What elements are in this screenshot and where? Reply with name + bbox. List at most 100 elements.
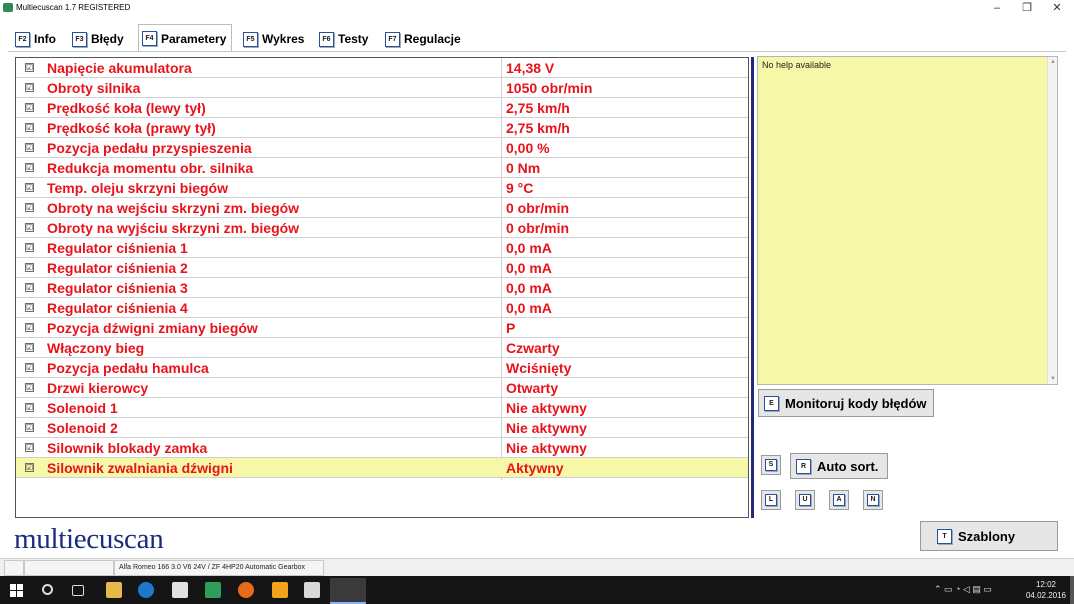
row-checkbox[interactable]: ☑: [25, 103, 34, 112]
help-scrollbar[interactable]: ▲ ▼: [1047, 57, 1057, 384]
app-icon-orange[interactable]: [272, 582, 288, 598]
row-checkbox[interactable]: ☑: [25, 243, 34, 252]
store-icon[interactable]: [172, 582, 188, 598]
tab-wykres[interactable]: F5 Wykres: [240, 28, 309, 50]
parameter-name: Obroty na wejściu skrzyni zm. biegów: [47, 200, 300, 216]
table-row[interactable]: ☑ Drzwi kierowcy Otwarty: [16, 378, 748, 398]
row-checkbox[interactable]: ☑: [25, 83, 34, 92]
maximize-button[interactable]: ❐: [1012, 0, 1042, 16]
table-row[interactable]: ☑ Regulator ciśnienia 2 0,0 mA: [16, 258, 748, 278]
parameter-value: 0,00 %: [506, 140, 550, 156]
parameter-value: Czwarty: [506, 340, 560, 356]
panel-splitter[interactable]: [751, 57, 754, 518]
parameter-name: Drzwi kierowcy: [47, 380, 149, 396]
table-row[interactable]: ☑ Prędkość koła (lewy tył) 2,75 km/h: [16, 98, 748, 118]
taskbar-clock[interactable]: 12:02 04.02.2016: [1026, 579, 1066, 601]
scroll-up-icon[interactable]: ▲: [1050, 59, 1056, 65]
parameter-value: 9 °C: [506, 180, 534, 196]
table-row[interactable]: ☑ Prędkość koła (prawy tył) 2,75 km/h: [16, 118, 748, 138]
table-row[interactable]: ☑ Redukcja momentu obr. silnika 0 Nm: [16, 158, 748, 178]
row-checkbox[interactable]: ☑: [25, 143, 34, 152]
minimize-button[interactable]: –: [982, 0, 1012, 16]
row-checkbox[interactable]: ☑: [25, 283, 34, 292]
table-row[interactable]: ☑ Pozycja pedału hamulca Wciśnięty: [16, 358, 748, 378]
table-row[interactable]: ☑ Pozycja pedału przyspieszenia 0,00 %: [16, 138, 748, 158]
tab-label: Parametery: [161, 31, 227, 46]
row-checkbox[interactable]: ☑: [25, 363, 34, 372]
row-checkbox[interactable]: ☑: [25, 323, 34, 332]
tab-parametery[interactable]: F4 Parametery: [138, 24, 233, 52]
table-row[interactable]: ☑ Obroty na wyjściu skrzyni zm. biegów 0 o…: [16, 218, 748, 238]
table-row[interactable]: ☑ Silownik zwalniania dźwigni Aktywny: [16, 458, 748, 478]
tab-info[interactable]: F2 Info: [12, 28, 61, 50]
parameter-value: 14,38 V: [506, 60, 555, 76]
tab-testy[interactable]: F6 Testy: [316, 28, 373, 50]
tab-label: Testy: [338, 32, 369, 46]
edge-icon[interactable]: [138, 582, 154, 598]
row-checkbox[interactable]: ☑: [25, 403, 34, 412]
auto-sort-button[interactable]: R Auto sort.: [790, 453, 888, 479]
row-checkbox[interactable]: ☑: [25, 163, 34, 172]
key-u: U: [799, 494, 811, 506]
table-row[interactable]: ☑ Obroty silnika 1050 obr/min: [16, 78, 748, 98]
key-a: A: [833, 494, 845, 506]
table-row[interactable]: ☑ Pozycja dźwigni zmiany biegów P: [16, 318, 748, 338]
tab-bledy[interactable]: F3 Błędy: [69, 28, 129, 50]
row-checkbox[interactable]: ☑: [25, 263, 34, 272]
file-explorer-icon[interactable]: [106, 582, 122, 598]
tab-divider: [8, 51, 1066, 52]
windows-start-icon[interactable]: [10, 584, 23, 597]
task-view-icon[interactable]: [72, 585, 84, 596]
l-button[interactable]: L: [761, 490, 781, 510]
parameter-name: Napięcie akumulatora: [47, 60, 192, 76]
calculator-icon[interactable]: [304, 582, 320, 598]
row-checkbox[interactable]: ☑: [25, 443, 34, 452]
key-f2: F2: [15, 31, 30, 47]
table-row[interactable]: ☑ Obroty na wejściu skrzyni zm. biegów 0 o…: [16, 198, 748, 218]
close-button[interactable]: ✕: [1042, 0, 1072, 16]
row-checkbox[interactable]: ☑: [25, 343, 34, 352]
a-button[interactable]: A: [829, 490, 849, 510]
parameter-name: Silownik blokady zamka: [47, 440, 208, 456]
title-bar: Multiecuscan 1.7 REGISTERED – ❐ ✕: [0, 0, 1074, 16]
row-checkbox[interactable]: ☑: [25, 383, 34, 392]
table-row[interactable]: ☑ Napięcie akumulatora 14,38 V: [16, 58, 748, 78]
table-row[interactable]: ☑ Regulator ciśnienia 1 0,0 mA: [16, 238, 748, 258]
key-f6: F6: [319, 31, 334, 47]
parameter-name: Włączony bieg: [47, 340, 145, 356]
table-row[interactable]: ☑ Silownik blokady zamka Nie aktywny: [16, 438, 748, 458]
row-checkbox[interactable]: ☑: [25, 423, 34, 432]
row-checkbox[interactable]: ☑: [25, 223, 34, 232]
monitor-error-codes-button[interactable]: E Monitoruj kody błędów: [758, 389, 934, 417]
parameter-value: 0,0 mA: [506, 240, 552, 256]
scroll-down-icon[interactable]: ▼: [1050, 376, 1056, 382]
parameter-name: Regulator ciśnienia 4: [47, 300, 188, 316]
key-l: L: [765, 494, 777, 506]
app-icon-green[interactable]: [205, 582, 221, 598]
s-button[interactable]: S: [761, 455, 781, 475]
table-row[interactable]: ☑ Temp. oleju skrzyni biegów 9 °C: [16, 178, 748, 198]
tab-regulacje[interactable]: F7 Regulacje: [382, 28, 466, 50]
table-row[interactable]: ☑ Regulator ciśnienia 3 0,0 mA: [16, 278, 748, 298]
key-e: E: [764, 395, 779, 411]
show-desktop-button[interactable]: [1070, 576, 1074, 604]
firefox-icon[interactable]: [238, 582, 254, 598]
table-row[interactable]: ☑ Solenoid 1 Nie aktywny: [16, 398, 748, 418]
row-checkbox[interactable]: ☑: [25, 463, 34, 472]
table-row[interactable]: ☑ Regulator ciśnienia 4 0,0 mA: [16, 298, 748, 318]
tray-icons[interactable]: ⌃ ▭ ◔ ◁ ▤ ▭: [934, 584, 992, 595]
row-checkbox[interactable]: ☑: [25, 123, 34, 132]
search-icon[interactable]: [42, 584, 53, 595]
parameter-value: Otwarty: [506, 380, 559, 396]
templates-button[interactable]: T Szablony: [920, 521, 1058, 551]
multiecuscan-taskbar-icon[interactable]: [330, 578, 366, 604]
row-checkbox[interactable]: ☑: [25, 63, 34, 72]
table-row[interactable]: ☑ Włączony bieg Czwarty: [16, 338, 748, 358]
row-checkbox[interactable]: ☑: [25, 303, 34, 312]
row-checkbox[interactable]: ☑: [25, 203, 34, 212]
parameter-name: Pozycja pedału hamulca: [47, 360, 209, 376]
row-checkbox[interactable]: ☑: [25, 183, 34, 192]
n-button[interactable]: N: [863, 490, 883, 510]
u-button[interactable]: U: [795, 490, 815, 510]
table-row[interactable]: ☑ Solenoid 2 Nie aktywny: [16, 418, 748, 438]
